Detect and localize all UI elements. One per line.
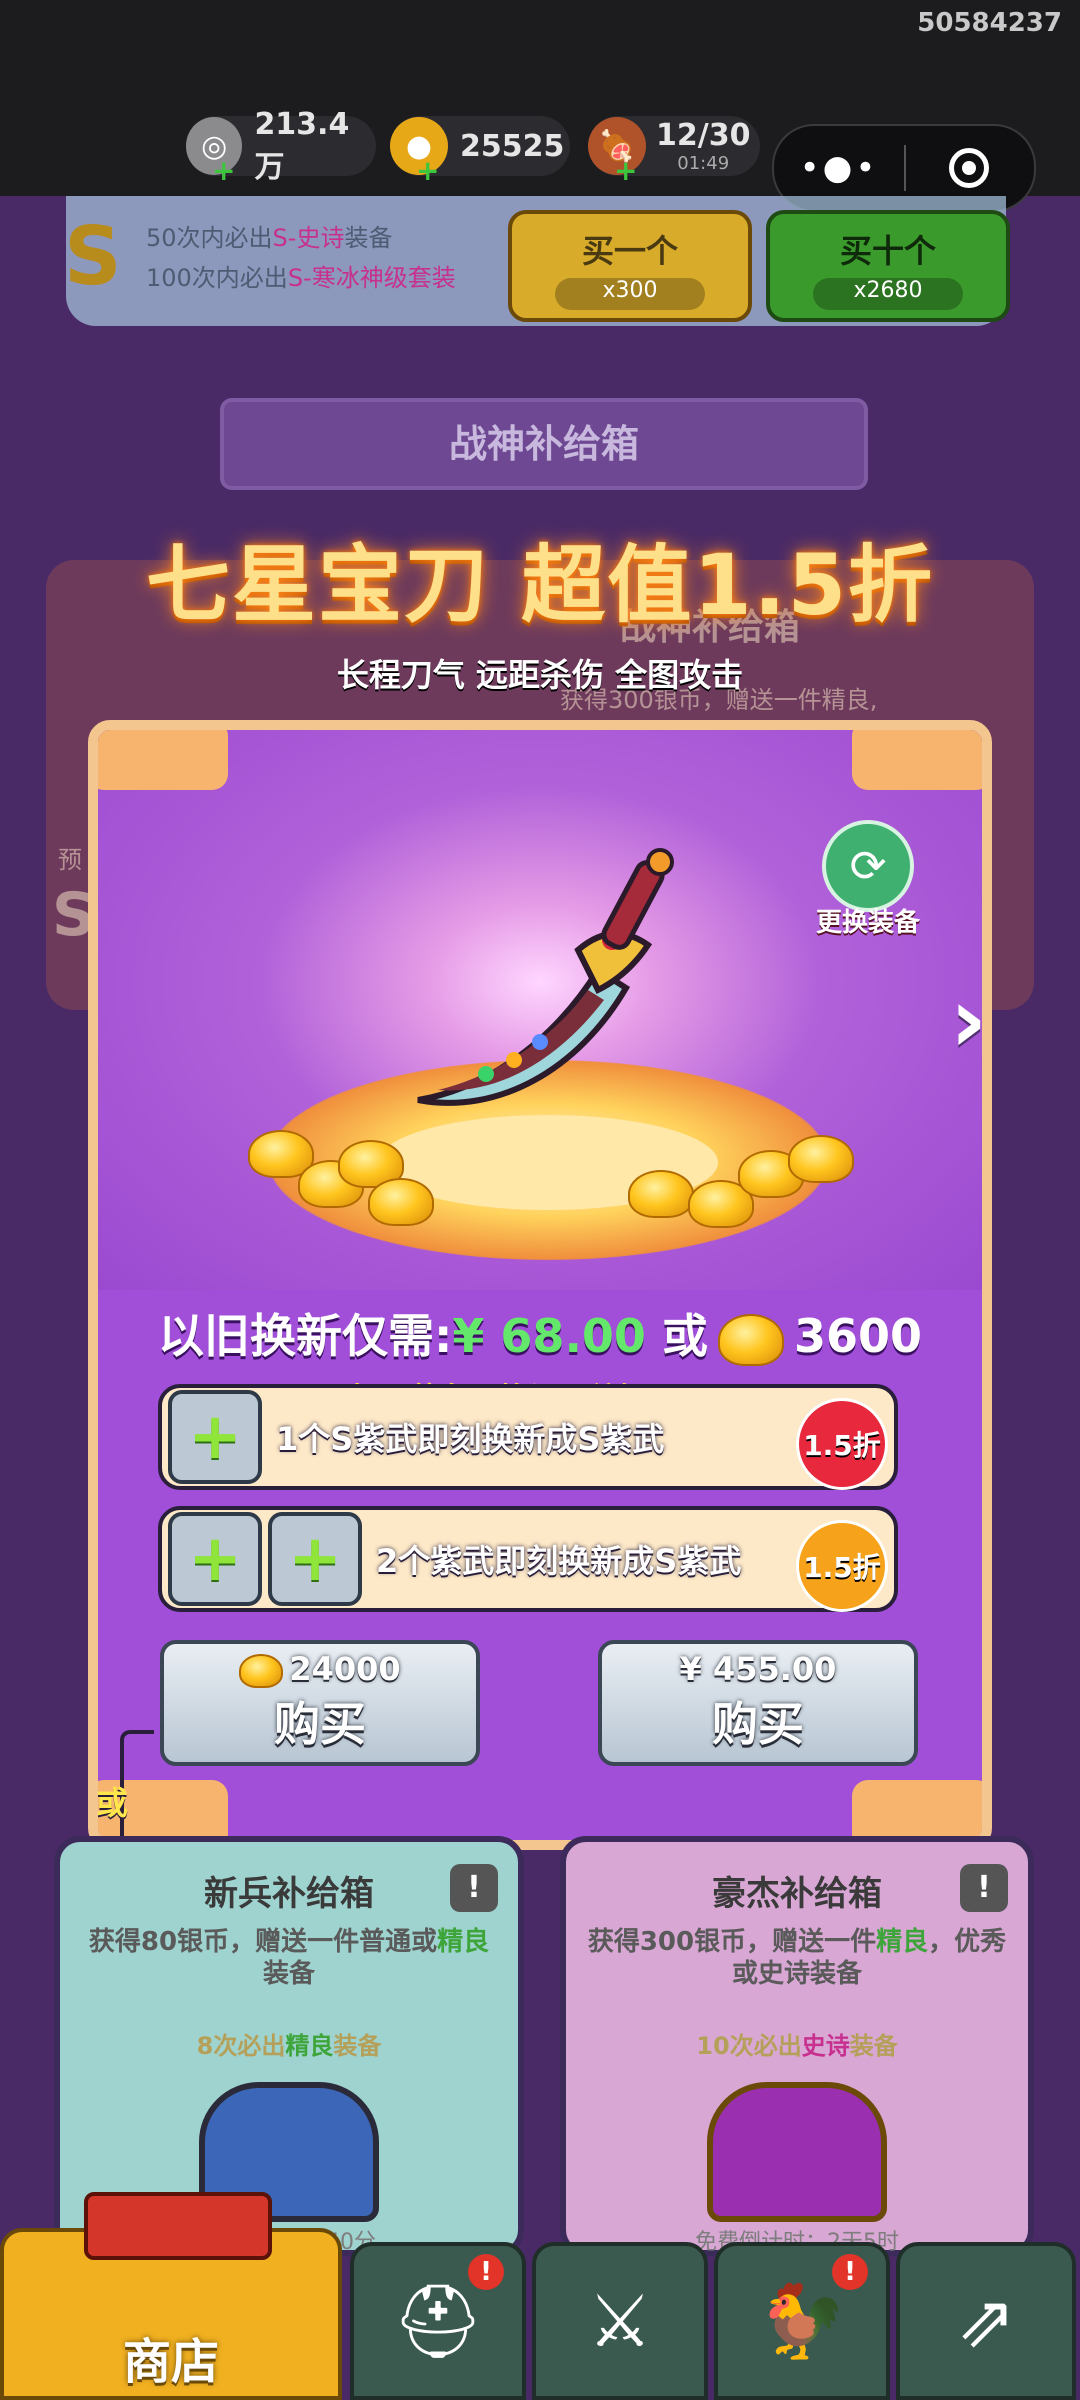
add-gold-icon[interactable]: +: [416, 154, 439, 187]
banner-line-2: 100次内必出S-寒冰神级套装: [146, 264, 456, 292]
gold-ingot-icon: [368, 1178, 434, 1226]
meat-stamina-icon: 🍖 +: [588, 117, 646, 187]
add-equipment-slot[interactable]: +: [168, 1512, 262, 1606]
plus-icon: +: [188, 1522, 242, 1596]
banner-line-1: 50次内必出S-史诗装备: [146, 224, 393, 252]
trade-in-modal: ⟳ 更换装备 以旧换新仅需:¥ 68.00 或3600 相同装备置换间隔缩短至7…: [88, 720, 992, 1850]
stamina-amount: 12/30: [656, 118, 751, 153]
gold-ingot-icon: [628, 1170, 694, 1218]
add-stamina-icon[interactable]: +: [614, 154, 637, 187]
trade-option-1[interactable]: + 1个S紫武即刻换新成S紫武 1.5折: [158, 1384, 898, 1490]
promo-title: 七星宝刀 超值1.5折: [145, 536, 935, 634]
buy-ten-button[interactable]: 买十个 x2680: [766, 210, 1010, 322]
notification-badge: !: [832, 2254, 868, 2290]
buy-with-rmb-button[interactable]: ¥ 455.00 购买: [598, 1640, 918, 1766]
add-equipment-slot[interactable]: +: [168, 1390, 262, 1484]
currency-stamina[interactable]: 🍖 + 12/30 01:49: [588, 116, 760, 187]
gold-ingot-icon: [788, 1135, 854, 1183]
trade-in-price: 以旧换新仅需:¥ 68.00 或 3600: [98, 1300, 982, 1366]
trade-up-icon: ⇗: [955, 2279, 1017, 2363]
frame-corner: [98, 730, 228, 790]
helmet-icon: ⛑: [392, 2278, 484, 2363]
currency-silver[interactable]: ◎ + 213.4万: [186, 107, 376, 187]
shop-roof-icon: [84, 2192, 272, 2260]
nav-tab-pets[interactable]: 🐓 !: [714, 2242, 890, 2400]
buy-with-gold-button[interactable]: 24000 购买: [160, 1640, 480, 1766]
add-silver-icon[interactable]: +: [212, 154, 235, 187]
rooster-icon: 🐓: [757, 2278, 847, 2363]
crossed-swords-icon: ⚔: [587, 2279, 653, 2363]
refresh-icon: ⟳: [849, 840, 887, 892]
swap-equipment-button[interactable]: ⟳: [822, 820, 914, 912]
frame-corner: [852, 730, 982, 790]
silver-amount: 213.4万: [254, 106, 350, 185]
price-rmb: ¥ 68.00: [452, 1309, 646, 1363]
target-icon: [949, 148, 989, 188]
s-rank-icon: S: [64, 210, 122, 303]
swap-equipment-label: 更换装备: [815, 908, 920, 938]
nav-shop[interactable]: 商店: [0, 2192, 342, 2400]
next-arrow-icon[interactable]: ›: [950, 968, 987, 1073]
seven-star-sabre-icon: [417, 848, 674, 1106]
gold-amount: 25525: [460, 128, 565, 164]
gold-ingot-icon: ● +: [390, 117, 448, 187]
notification-badge: !: [468, 2254, 504, 2290]
gold-ingot-icon: [717, 1313, 784, 1366]
promo-subtitle: 长程刀气 远距杀伤 全图攻击: [336, 656, 744, 694]
top-bar: 50584237 ◎ + 213.4万 ● + 25525 🍖 + 12/30 01:…: [0, 0, 1080, 212]
weapon-stage: ⟳ 更换装备: [98, 730, 982, 1290]
info-icon[interactable]: !: [450, 1864, 498, 1912]
info-icon[interactable]: !: [960, 1864, 1008, 1912]
purple-chest-icon: [707, 2082, 887, 2222]
add-equipment-slot[interactable]: +: [268, 1512, 362, 1606]
price-gold: 3600: [793, 1309, 922, 1363]
bottom-nav: 商店 ⛑ ! ⚔ 🐓 ! ⇗: [0, 2192, 1080, 2400]
nav-tab-heroes[interactable]: ⛑ !: [350, 2242, 526, 2400]
nav-tab-upgrade[interactable]: ⇗: [896, 2242, 1076, 2400]
hidden-side-a: 预: [58, 846, 82, 874]
gold-ingot-icon: [239, 1654, 284, 1688]
stamina-timer: 01:49: [677, 153, 730, 174]
trade-option-2[interactable]: + + 2个紫武即刻换新成S紫武 1.5折: [158, 1506, 898, 1612]
option-text: 2个紫武即刻换新成S紫武: [376, 1542, 742, 1580]
hero-supply-card[interactable]: 豪杰补给箱 ! 获得300银币，赠送一件精良，优秀或史诗装备 10次必出史诗装备…: [560, 1836, 1034, 2256]
currency-gold[interactable]: ● + 25525: [390, 116, 570, 187]
close-miniprogram-button[interactable]: [906, 148, 1032, 188]
plus-icon: +: [288, 1522, 342, 1596]
plus-icon: +: [188, 1400, 242, 1474]
more-options-icon[interactable]: •●•: [774, 148, 904, 188]
or-label: 或: [96, 1784, 129, 1822]
section-title: 战神补给箱: [220, 398, 868, 490]
nav-tab-battle[interactable]: ⚔: [532, 2242, 708, 2400]
buy-one-button[interactable]: 买一个 x300: [508, 210, 752, 322]
discount-badge: 1.5折: [796, 1398, 888, 1490]
silver-coin-icon: ◎ +: [186, 117, 243, 187]
user-id: 50584237: [917, 8, 1062, 38]
option-text: 1个S紫武即刻换新成S紫武: [276, 1420, 665, 1458]
discount-badge: 1.5折: [796, 1520, 888, 1612]
